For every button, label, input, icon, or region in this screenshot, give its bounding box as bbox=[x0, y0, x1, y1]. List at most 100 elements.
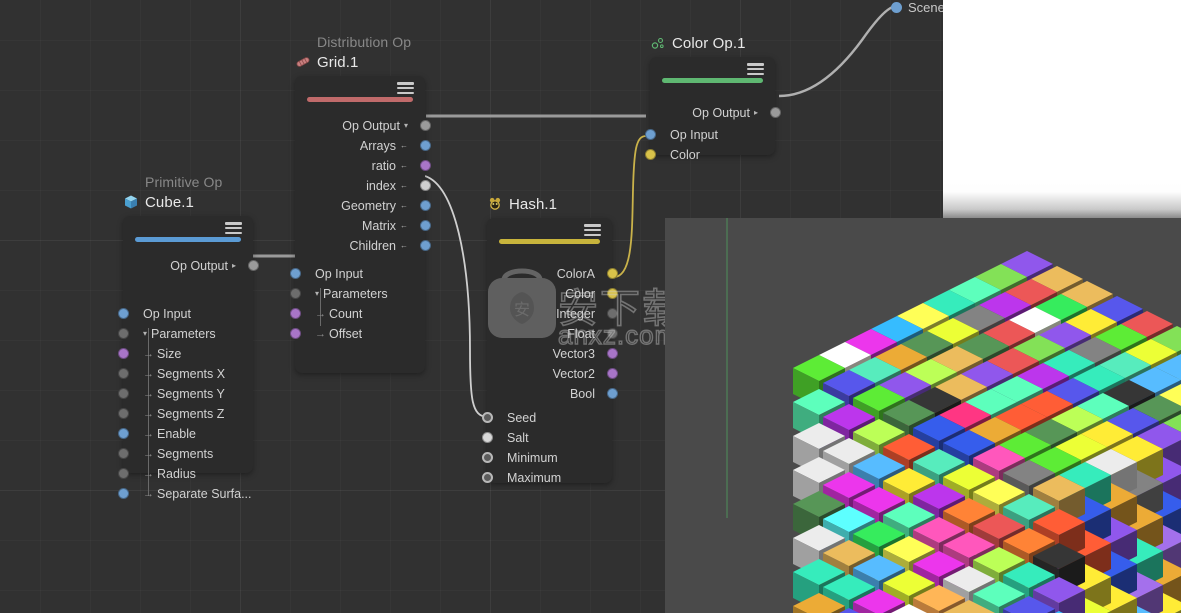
port-cube-parameters[interactable]: ▾ Parameters bbox=[117, 324, 253, 344]
node-grid-titlebar[interactable]: Grid.1 bbox=[295, 51, 425, 73]
node-hash-menu-icon[interactable] bbox=[584, 224, 601, 236]
port-dot[interactable] bbox=[419, 180, 431, 191]
port-dot[interactable] bbox=[419, 120, 431, 131]
port-grid-offset[interactable]: → Offset bbox=[289, 324, 425, 344]
scene-port-dot[interactable] bbox=[891, 2, 902, 13]
port-colorop-op-output[interactable]: Op Output ▸ bbox=[650, 103, 781, 123]
port-grid-parameters[interactable]: ▾ Parameters bbox=[289, 284, 425, 304]
node-grid[interactable]: Distribution Op Grid.1 Op Output ▾ Array… bbox=[289, 34, 431, 373]
port-cube-radius[interactable]: → Radius bbox=[117, 464, 253, 484]
port-dot[interactable] bbox=[606, 348, 618, 359]
scene-output-label[interactable]: Scene bbox=[891, 0, 945, 15]
port-grid-arrays[interactable]: Arrays ← bbox=[295, 136, 431, 156]
port-dot[interactable] bbox=[606, 388, 618, 399]
branch-arrow-icon: → bbox=[143, 368, 154, 380]
node-cube-body[interactable]: Op Output ▸ Op Input ▾ Parameters → Size… bbox=[117, 216, 259, 501]
viewport-3d[interactable] bbox=[665, 218, 1181, 613]
port-label: Segments bbox=[157, 447, 214, 461]
node-cube[interactable]: Primitive Op Cube.1 Op Output ▸ Op Input… bbox=[117, 174, 259, 501]
port-hash-bool[interactable]: Bool bbox=[487, 384, 618, 404]
port-grid-op-input[interactable]: Op Input bbox=[289, 264, 425, 284]
port-hash-integer[interactable]: Integer bbox=[487, 304, 618, 324]
port-colorop-op-input[interactable]: Op Input bbox=[644, 125, 775, 145]
port-cube-op-output[interactable]: Op Output ▸ bbox=[123, 256, 259, 276]
node-hash-body[interactable]: ColorA Color Integer Float Vector3 Vecto… bbox=[481, 218, 618, 485]
node-hash[interactable]: Hash.1 ColorA Color Integer Float Vector… bbox=[481, 193, 618, 485]
branch-arrow-icon: → bbox=[143, 428, 154, 440]
port-dot[interactable] bbox=[606, 368, 618, 379]
node-cube-menu-icon[interactable] bbox=[225, 222, 242, 234]
port-hash-vector3[interactable]: Vector3 bbox=[487, 344, 618, 364]
port-cube-op-input[interactable]: Op Input bbox=[117, 304, 253, 324]
port-dot[interactable] bbox=[606, 288, 618, 299]
node-grid-body[interactable]: Op Output ▾ Arrays ← ratio ← index ← Geo… bbox=[289, 76, 431, 373]
port-dot[interactable] bbox=[606, 268, 618, 279]
port-dot[interactable] bbox=[769, 107, 781, 118]
port-dot[interactable] bbox=[117, 408, 129, 419]
port-dot[interactable] bbox=[481, 432, 493, 443]
port-dot[interactable] bbox=[117, 488, 129, 499]
expander-icon[interactable]: ▾ bbox=[404, 122, 408, 130]
port-grid-index[interactable]: index ← bbox=[295, 176, 431, 196]
port-grid-op-output[interactable]: Op Output ▾ bbox=[295, 116, 431, 136]
node-color-op[interactable]: Color Op.1 Op Output ▸ Op Input Color bbox=[644, 32, 781, 162]
port-cube-segments-x[interactable]: → Segments X bbox=[117, 364, 253, 384]
port-dot[interactable] bbox=[481, 472, 493, 483]
port-hash-float[interactable]: Float bbox=[487, 324, 618, 344]
node-cube-titlebar[interactable]: Cube.1 bbox=[123, 191, 253, 213]
port-dot[interactable] bbox=[606, 328, 618, 339]
port-dot[interactable] bbox=[117, 368, 129, 379]
node-grid-menu-icon[interactable] bbox=[397, 82, 414, 94]
port-dot[interactable] bbox=[289, 328, 301, 339]
expander-icon[interactable]: ▸ bbox=[232, 262, 236, 270]
port-grid-ratio[interactable]: ratio ← bbox=[295, 156, 431, 176]
node-color-op-titlebar[interactable]: Color Op.1 bbox=[650, 32, 775, 54]
port-hash-vector2[interactable]: Vector2 bbox=[487, 364, 618, 384]
node-hash-titlebar[interactable]: Hash.1 bbox=[487, 193, 612, 215]
port-dot[interactable] bbox=[481, 412, 493, 423]
port-cube-segments-z[interactable]: → Segments Z bbox=[117, 404, 253, 424]
expander-icon[interactable]: ▾ bbox=[143, 330, 147, 338]
port-dot[interactable] bbox=[289, 288, 301, 299]
port-grid-count[interactable]: → Count bbox=[289, 304, 425, 324]
port-label: Arrays bbox=[359, 139, 396, 153]
port-cube-separate-surfaces[interactable]: → Separate Surfa... bbox=[117, 484, 253, 504]
port-hash-minimum[interactable]: Minimum bbox=[481, 448, 612, 468]
port-dot[interactable] bbox=[117, 348, 129, 359]
node-color-op-menu-icon[interactable] bbox=[747, 63, 764, 75]
port-cube-segments-y[interactable]: → Segments Y bbox=[117, 384, 253, 404]
port-grid-geometry[interactable]: Geometry ← bbox=[295, 196, 431, 216]
node-color-op-body[interactable]: Op Output ▸ Op Input Color bbox=[644, 57, 781, 162]
port-dot[interactable] bbox=[419, 240, 431, 251]
port-dot[interactable] bbox=[606, 308, 618, 319]
port-grid-matrix[interactable]: Matrix ← bbox=[295, 216, 431, 236]
port-dot[interactable] bbox=[644, 149, 656, 160]
port-dot[interactable] bbox=[481, 452, 493, 463]
port-dot[interactable] bbox=[419, 140, 431, 151]
port-hash-color[interactable]: Color bbox=[487, 284, 618, 304]
expander-icon[interactable]: ▾ bbox=[315, 290, 319, 298]
port-dot[interactable] bbox=[289, 268, 301, 279]
port-dot[interactable] bbox=[117, 428, 129, 439]
port-cube-size[interactable]: → Size bbox=[117, 344, 253, 364]
port-grid-children[interactable]: Children ← bbox=[295, 236, 431, 256]
port-dot[interactable] bbox=[117, 328, 129, 339]
port-cube-segments[interactable]: → Segments bbox=[117, 444, 253, 464]
port-dot[interactable] bbox=[117, 448, 129, 459]
port-colorop-color[interactable]: Color bbox=[644, 145, 775, 165]
port-hash-seed[interactable]: Seed bbox=[481, 408, 612, 428]
port-hash-maximum[interactable]: Maximum bbox=[481, 468, 612, 488]
port-hash-salt[interactable]: Salt bbox=[481, 428, 612, 448]
port-dot[interactable] bbox=[117, 468, 129, 479]
port-dot[interactable] bbox=[117, 308, 129, 319]
port-hash-colora[interactable]: ColorA bbox=[487, 264, 618, 284]
port-dot[interactable] bbox=[419, 200, 431, 211]
port-dot[interactable] bbox=[644, 129, 656, 140]
port-dot[interactable] bbox=[247, 260, 259, 271]
port-cube-enable[interactable]: → Enable bbox=[117, 424, 253, 444]
port-dot[interactable] bbox=[419, 220, 431, 231]
expander-icon[interactable]: ▸ bbox=[754, 109, 758, 117]
port-dot[interactable] bbox=[289, 308, 301, 319]
port-dot[interactable] bbox=[419, 160, 431, 171]
port-dot[interactable] bbox=[117, 388, 129, 399]
